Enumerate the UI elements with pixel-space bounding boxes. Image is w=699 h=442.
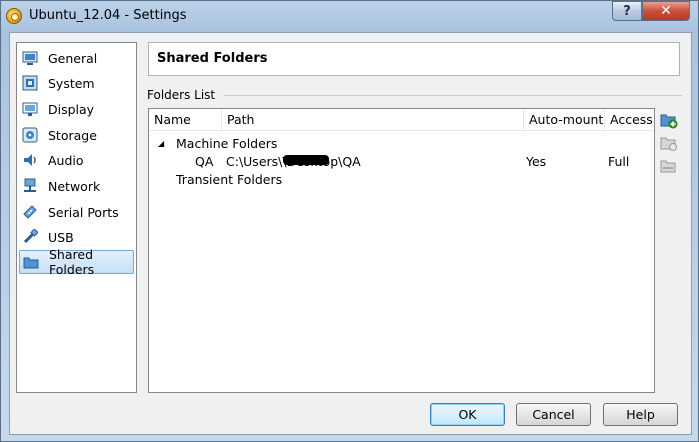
group-divider — [224, 95, 682, 96]
title-bar: Ubuntu_12.04 - Settings ? ✕ — [1, 1, 698, 32]
sidebar-item-label: General — [48, 50, 98, 66]
tree-group-label: Transient Folders — [176, 172, 283, 187]
sidebar-item-label: Storage — [48, 127, 97, 143]
sidebar-item-label: Serial Ports — [48, 204, 119, 220]
serial-ports-icon — [22, 204, 38, 220]
dialog-client-area: General System Display Storage Audio Net… — [9, 32, 692, 435]
sidebar-item-label: Shared Folders — [49, 247, 95, 277]
table-row[interactable]: QA C:\Users\\Desktop\QA Yes Full — [149, 153, 654, 171]
column-header-access[interactable]: Access — [605, 109, 654, 131]
settings-window: Ubuntu_12.04 - Settings ? ✕ General Syst… — [0, 0, 699, 442]
general-icon — [22, 50, 38, 66]
ok-button[interactable]: OK — [430, 403, 505, 426]
add-folder-icon — [660, 114, 678, 129]
sidebar-item-storage[interactable]: Storage — [19, 123, 134, 147]
tree-group-transient-folders[interactable]: Transient Folders — [149, 171, 654, 189]
column-header-name[interactable]: Name — [149, 109, 222, 131]
sidebar-item-usb[interactable]: USB — [19, 225, 134, 249]
access-cell: Full — [608, 154, 630, 169]
sidebar-item-label: Display — [48, 101, 95, 117]
storage-icon — [22, 127, 38, 143]
sidebar-item-label: Network — [48, 178, 101, 194]
page-header: Shared Folders — [148, 42, 680, 76]
folders-tree-view[interactable]: Name Path Auto-mount Access ◢ Machine Fo… — [148, 108, 655, 393]
sidebar-item-general[interactable]: General — [19, 46, 134, 70]
remove-shared-folder-button[interactable] — [660, 157, 678, 175]
sidebar-item-label: System — [48, 75, 95, 91]
settings-category-list: General System Display Storage Audio Net… — [16, 42, 137, 393]
page-title: Shared Folders — [157, 51, 268, 66]
edit-shared-folder-button[interactable] — [660, 134, 678, 152]
sidebar-item-audio[interactable]: Audio — [19, 148, 134, 172]
folder-path-cell: C:\Users\\Desktop\QA — [226, 154, 361, 169]
audio-icon — [22, 152, 38, 168]
title-close-button[interactable]: ✕ — [642, 1, 690, 21]
folder-name-cell: QA — [195, 154, 214, 169]
path-prefix: C:\Users\ — [226, 154, 283, 169]
edit-folder-icon — [660, 137, 677, 151]
cancel-button[interactable]: Cancel — [516, 403, 591, 426]
folders-list-label: Folders List — [147, 88, 216, 102]
redacted-username — [283, 155, 330, 165]
sidebar-item-label: USB — [48, 229, 74, 245]
help-button[interactable]: Help — [603, 403, 678, 426]
sidebar-item-system[interactable]: System — [19, 71, 134, 95]
title-help-button[interactable]: ? — [612, 1, 642, 21]
sidebar-item-label: Audio — [48, 152, 84, 168]
add-shared-folder-button[interactable] — [660, 111, 678, 129]
column-header-path[interactable]: Path — [222, 109, 524, 131]
auto-mount-cell: Yes — [526, 154, 547, 169]
sidebar-item-serial-ports[interactable]: Serial Ports — [19, 200, 134, 224]
virtualbox-app-icon — [6, 8, 22, 24]
display-icon — [22, 101, 38, 117]
tree-group-label: Machine Folders — [176, 136, 278, 151]
usb-icon — [22, 229, 38, 245]
network-icon — [22, 178, 38, 194]
remove-folder-icon — [660, 160, 676, 173]
tree-expander-icon[interactable]: ◢ — [158, 139, 164, 148]
column-header-auto-mount[interactable]: Auto-mount — [524, 109, 605, 131]
system-icon — [22, 75, 38, 91]
tree-group-machine-folders[interactable]: ◢ Machine Folders — [149, 135, 654, 153]
shared-folders-icon — [23, 254, 39, 270]
sidebar-item-display[interactable]: Display — [19, 97, 134, 121]
window-title: Ubuntu_12.04 - Settings — [29, 8, 187, 23]
sidebar-item-shared-folders[interactable]: Shared Folders — [19, 247, 134, 277]
sidebar-item-network[interactable]: Network — [19, 174, 134, 198]
